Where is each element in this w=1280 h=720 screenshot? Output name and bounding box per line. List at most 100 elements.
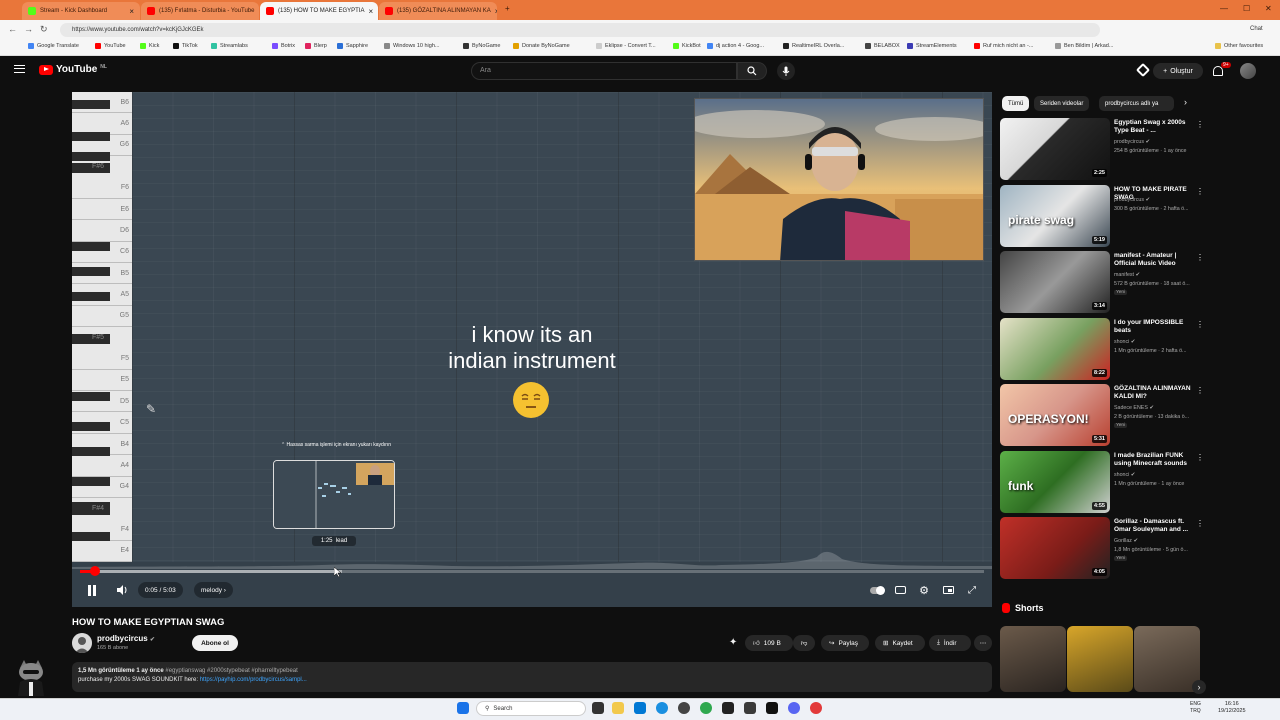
windows-start-icon[interactable] xyxy=(457,702,469,714)
app-icon[interactable] xyxy=(810,702,822,714)
bookmark-item[interactable]: dj action 4 - Goog... xyxy=(707,43,764,49)
video-thumbnail[interactable]: pirate swag 5:19 xyxy=(1000,184,1110,247)
bookmark-item[interactable]: Donate ByNoGame xyxy=(513,43,570,49)
chip-all[interactable]: Tümü xyxy=(1002,96,1030,111)
copilot-chat-button[interactable]: Chat xyxy=(1250,26,1263,32)
recommended-video[interactable]: 8:22 I do your IMPOSSIBLE beats shonci ✔ 1 … xyxy=(1000,317,1204,380)
new-tab-icon[interactable]: + xyxy=(505,4,510,13)
video-channel[interactable]: Gorillaz ✔ xyxy=(1114,538,1138,544)
more-vert-icon[interactable]: ⋮ xyxy=(1196,453,1204,462)
video-channel[interactable]: prodbycircus ✔ xyxy=(1114,139,1150,145)
bookmark-item[interactable]: Blerp xyxy=(305,43,327,49)
taskbar-clock[interactable]: 16:16 19/12/2025 xyxy=(1218,701,1246,715)
url-field[interactable]: https://www.youtube.com/watch?v=kcKjGJcK… xyxy=(60,23,1100,37)
maximize-icon[interactable]: ☐ xyxy=(1243,4,1250,13)
video-title[interactable]: I made Brazilian FUNK using Minecraft so… xyxy=(1114,452,1194,468)
bookmark-item[interactable]: YouTube xyxy=(95,43,126,49)
miniplayer-button[interactable] xyxy=(940,582,956,598)
save-button[interactable]: ⊞ Kaydet xyxy=(875,635,925,651)
app-icon[interactable] xyxy=(722,702,734,714)
bookmark-item[interactable]: KickBot xyxy=(673,43,701,49)
description-box[interactable]: 1,5 Mn görüntüleme 1 ay önce #egyptiansw… xyxy=(72,662,992,692)
browser-tab-gozaltina[interactable]: (135) GÖZALTINA ALINMAYAN KA × xyxy=(379,2,497,20)
search-button[interactable] xyxy=(737,62,767,80)
bookmark-item[interactable]: Streamlabs xyxy=(211,43,248,49)
chip-series[interactable]: Seriden videolar xyxy=(1034,96,1090,111)
video-thumbnail[interactable]: OPERASYON! 5:31 xyxy=(1000,384,1110,446)
scrubber-handle[interactable] xyxy=(90,566,101,576)
more-vert-icon[interactable]: ⋮ xyxy=(1196,519,1204,528)
minimize-icon[interactable]: — xyxy=(1220,4,1228,13)
task-view-icon[interactable] xyxy=(592,702,604,714)
create-button[interactable]: + Oluştur xyxy=(1153,63,1203,79)
video-channel[interactable]: shonci ✔ xyxy=(1114,339,1135,345)
bookmark-item[interactable]: Eklipse - Convert T... xyxy=(596,43,656,49)
chip-channel[interactable]: prodbycircus adlı ya xyxy=(1099,96,1174,111)
bookmark-item[interactable]: BELABOX xyxy=(865,43,900,49)
description-link[interactable]: https://payhip.com/prodbycircus/sampl... xyxy=(200,677,307,683)
more-vert-icon[interactable]: ⋮ xyxy=(1196,386,1204,395)
dislike-button[interactable]: 👎︎ xyxy=(793,635,815,651)
window-close-icon[interactable]: ✕ xyxy=(1265,4,1272,13)
pause-button[interactable] xyxy=(84,582,100,598)
recommended-video[interactable]: pirate swag 5:19 HOW TO MAKE PIRATE SWAG pr… xyxy=(1000,184,1204,247)
language-indicator[interactable]: ENG TRQ xyxy=(1190,701,1201,715)
shorts-next-button[interactable]: › xyxy=(1192,680,1206,694)
obs-icon[interactable] xyxy=(678,702,690,714)
reload-icon[interactable]: ↻ xyxy=(40,24,48,35)
video-channel[interactable]: manifest ✔ xyxy=(1114,272,1140,278)
search-input[interactable]: Ara xyxy=(471,62,737,80)
video-title[interactable]: I do your IMPOSSIBLE beats xyxy=(1114,319,1194,335)
close-icon[interactable]: × xyxy=(129,7,134,16)
short-thumbnail[interactable] xyxy=(1134,626,1200,692)
more-vert-icon[interactable]: ⋮ xyxy=(1196,187,1204,196)
video-channel[interactable]: prodbycircus ✔ xyxy=(1114,197,1150,203)
forward-icon[interactable]: → xyxy=(24,24,33,34)
bookmark-item[interactable]: StreamElements xyxy=(907,43,957,49)
short-thumbnail[interactable] xyxy=(1067,626,1133,692)
chapter-button[interactable]: melody › xyxy=(194,582,233,598)
more-actions-button[interactable]: ⋯ xyxy=(974,635,992,651)
video-thumbnail[interactable]: 3:14 xyxy=(1000,251,1110,313)
video-title[interactable]: Gorillaz - Damascus ft. Omar Souleyman a… xyxy=(1114,518,1194,534)
browser-tab-kick[interactable]: Stream - Kick Dashboard × xyxy=(22,2,140,20)
subtitles-button[interactable] xyxy=(892,582,908,598)
more-vert-icon[interactable]: ⋮ xyxy=(1196,320,1204,329)
recommended-video[interactable]: 2:25 Egyptian Swag x 2000s Type Beat - ..… xyxy=(1000,118,1204,180)
chevron-right-icon[interactable]: › xyxy=(1184,97,1187,107)
subscribe-button[interactable]: Abone ol xyxy=(192,635,238,651)
bookmark-item[interactable]: Ruf mich nicht an -... xyxy=(974,43,1033,49)
file-explorer-icon[interactable] xyxy=(612,702,624,714)
volume-button[interactable] xyxy=(114,582,130,598)
app-icon[interactable] xyxy=(744,702,756,714)
other-favourites[interactable]: Other favourites xyxy=(1215,43,1263,49)
bookmark-item[interactable]: Botrix xyxy=(272,43,295,49)
bookmark-item[interactable]: TikTok xyxy=(173,43,198,49)
bookmark-item[interactable]: Google Translate xyxy=(28,43,79,49)
menu-icon[interactable] xyxy=(14,65,25,73)
share-button[interactable]: ↪ Paylaş xyxy=(821,635,869,651)
youtube-logo[interactable]: YouTube NL xyxy=(39,64,107,75)
fullscreen-button[interactable]: ⤢ xyxy=(964,582,980,598)
short-thumbnail[interactable] xyxy=(1000,626,1066,692)
video-channel[interactable]: Sadece ENES ✔ xyxy=(1114,405,1154,411)
video-title[interactable]: manifest - Amateur | Official Music Vide… xyxy=(1114,252,1194,268)
back-icon[interactable]: ← xyxy=(8,24,17,34)
voice-search-button[interactable] xyxy=(777,62,795,80)
progress-bar[interactable] xyxy=(80,566,984,576)
settings-button[interactable]: ⚙ xyxy=(916,582,932,598)
channel-avatar[interactable] xyxy=(72,633,92,653)
video-player[interactable]: B6 A6 G6 F#6 F6 E6 D6 C6 B5 A5 G5 F#5 F5 E5 D5 C5 B4 A4 G4… xyxy=(72,92,992,607)
channel-name[interactable]: prodbycircus ✔ xyxy=(97,634,155,643)
app-icon[interactable] xyxy=(766,702,778,714)
chrome-icon[interactable] xyxy=(700,702,712,714)
taskbar-search[interactable]: ⚲ Search xyxy=(476,701,586,716)
download-button[interactable]: ⤓ İndir xyxy=(929,635,971,651)
video-thumbnail[interactable]: 8:22 xyxy=(1000,317,1110,380)
bookmark-item[interactable]: Windows 10 high... xyxy=(384,43,439,49)
autoplay-toggle[interactable] xyxy=(869,582,885,598)
sparkle-icon[interactable]: ✦ xyxy=(729,637,737,648)
discord-icon[interactable] xyxy=(788,702,800,714)
browser-tab-disturbia[interactable]: (135) Fırlatma - Disturbia - YouTube × xyxy=(141,2,259,20)
account-avatar[interactable] xyxy=(1240,63,1256,79)
